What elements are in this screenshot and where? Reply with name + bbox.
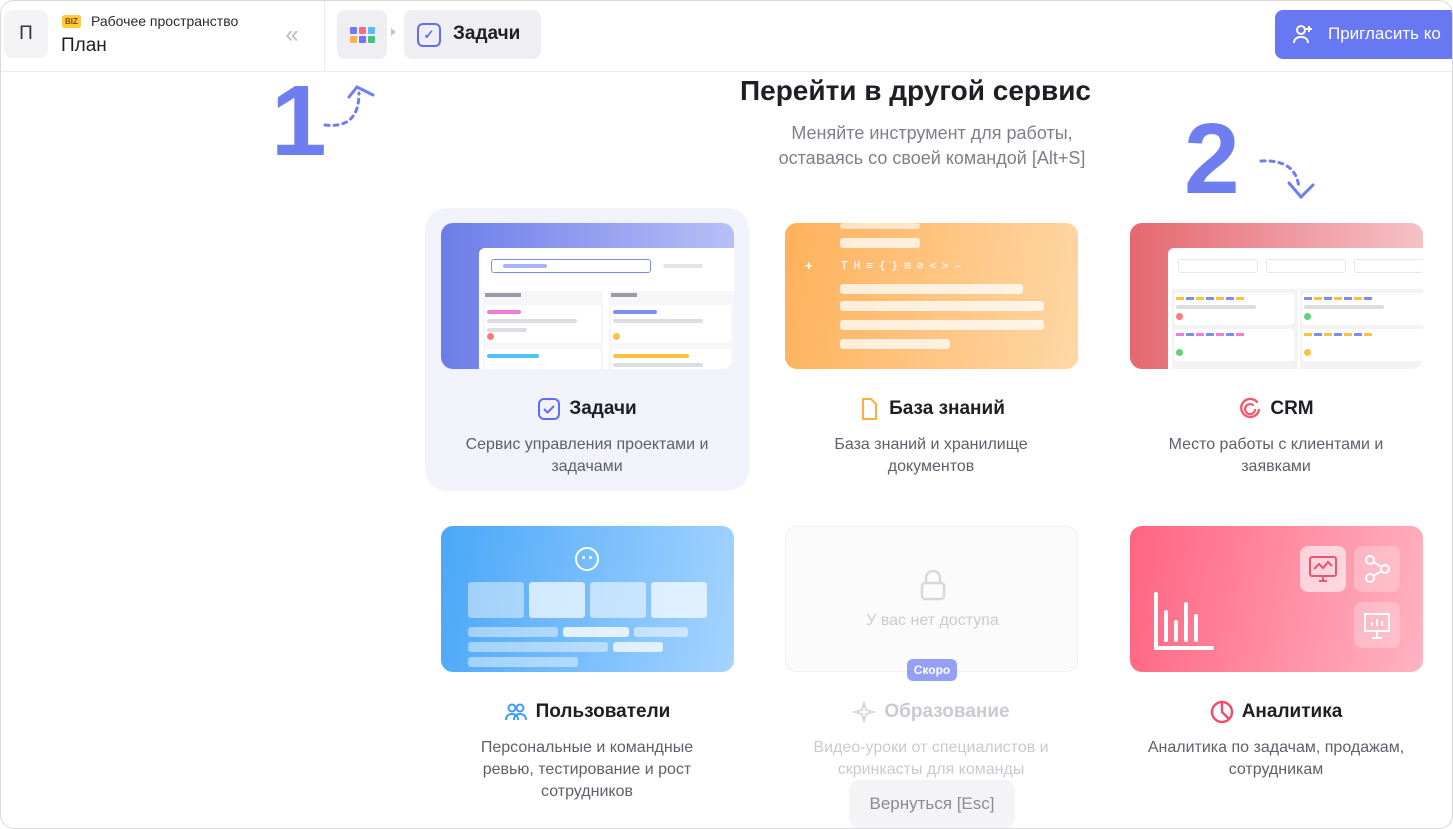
service-desc-knowledge-base: База знаний и хранилище документов: [834, 436, 1028, 475]
service-card-knowledge-base[interactable]: + TH≡{}⊞⊘<>— База знаний База знаний и х…: [769, 208, 1093, 491]
breadcrumb-label: Задачи: [453, 23, 521, 44]
document-icon: [862, 398, 878, 420]
service-desc-users: Персональные и командные ревью, тестиров…: [480, 739, 694, 800]
service-title-text: Пользователи: [535, 701, 671, 722]
crm-preview-image: [1130, 223, 1423, 369]
service-desc-analytics: Аналитика по задачам, продажам, сотрудни…: [1147, 739, 1405, 778]
service-card-education: У вас нет доступа Образование Видео-урок…: [769, 511, 1093, 794]
top-bar: П BIZ Рабочее пространство План « ✓ Зада…: [1, 1, 1452, 72]
service-card-users[interactable]: Пользователи Персональные и командные ре…: [425, 511, 749, 800]
service-desc-tasks: Сервис управления проектами и задачами: [465, 436, 709, 475]
breadcrumb-separator-icon: [391, 28, 396, 36]
workspace-avatar[interactable]: П: [4, 10, 48, 58]
service-title-text: База знаний: [889, 398, 1005, 419]
service-title-users: Пользователи: [425, 700, 749, 724]
service-title-crm: CRM: [1114, 397, 1438, 421]
service-title-education: Образование: [769, 700, 1093, 724]
invite-label: Пригласить ко: [1328, 24, 1441, 43]
education-preview-image: У вас нет доступа: [785, 526, 1078, 672]
sparkle-icon: [852, 700, 877, 724]
apps-menu-button[interactable]: [337, 10, 387, 59]
crm-icon: [1240, 397, 1261, 419]
monitor-chart-icon: [1309, 556, 1337, 582]
workspace-name[interactable]: План: [61, 35, 107, 57]
biz-badge: BIZ: [62, 15, 81, 28]
service-desc-education: Видео-уроки от специалистов и скринкасты…: [813, 739, 1049, 778]
service-card-analytics[interactable]: Аналитика Аналитика по задачам, продажам…: [1114, 511, 1438, 794]
network-icon: [1365, 555, 1390, 583]
service-title-text: Задачи: [569, 398, 637, 419]
workspace-switcher[interactable]: П BIZ Рабочее пространство План «: [1, 1, 325, 71]
switcher-subtitle: Меняйте инструмент для работы, оставаясь…: [732, 121, 1132, 171]
presentation-icon: [1364, 613, 1390, 639]
service-title-tasks: Задачи: [425, 397, 749, 421]
check-square-icon: [538, 398, 561, 420]
annotation-arrow-1-icon: [323, 85, 375, 127]
tasks-preview-image: [441, 223, 734, 369]
check-square-icon: ✓: [417, 23, 441, 47]
service-card-tasks[interactable]: Задачи Сервис управления проектами и зад…: [425, 208, 749, 491]
bar-chart-icon: [1154, 592, 1214, 650]
switcher-title: Перейти в другой сервис: [740, 75, 1091, 106]
annotation-arrow-2-icon: [1259, 159, 1315, 200]
subtitle-line-1: Меняйте инструмент для работы,: [791, 123, 1073, 143]
analytics-preview-image: [1130, 526, 1423, 672]
coming-soon-badge: Скоро: [907, 659, 957, 681]
knowledge-base-preview-image: + TH≡{}⊞⊘<>—: [785, 223, 1078, 369]
service-title-analytics: Аналитика: [1114, 700, 1438, 724]
users-preview-image: [441, 526, 734, 672]
breadcrumb-current-service[interactable]: ✓ Задачи: [404, 10, 541, 59]
add-user-icon: [1293, 25, 1312, 44]
users-icon: [504, 703, 527, 721]
service-title-text: Аналитика: [1241, 701, 1343, 722]
service-title-knowledge-base: База знаний: [769, 397, 1093, 421]
service-desc-crm: Место работы с клиентами и заявками: [1168, 436, 1384, 475]
app-window: П BIZ Рабочее пространство План « ✓ Зада…: [0, 0, 1453, 829]
service-title-text: Образование: [884, 701, 1010, 722]
lock-icon: [920, 569, 946, 601]
service-card-crm[interactable]: CRM Место работы с клиентами и заявками: [1114, 208, 1438, 491]
apps-grid-icon: [349, 26, 375, 43]
annotation-number-2: 2: [1184, 103, 1240, 215]
no-access-label: У вас нет доступа: [866, 612, 999, 629]
workspace-label: Рабочее пространство: [91, 13, 239, 29]
back-button[interactable]: Вернуться [Esc]: [849, 780, 1015, 828]
pie-chart-icon: [1210, 700, 1233, 724]
collapse-sidebar-icon[interactable]: «: [280, 21, 304, 49]
invite-button[interactable]: Пригласить ко: [1275, 10, 1452, 59]
subtitle-line-2: оставаясь со своей командой [Alt+S]: [778, 148, 1086, 168]
service-title-text: CRM: [1270, 398, 1314, 419]
